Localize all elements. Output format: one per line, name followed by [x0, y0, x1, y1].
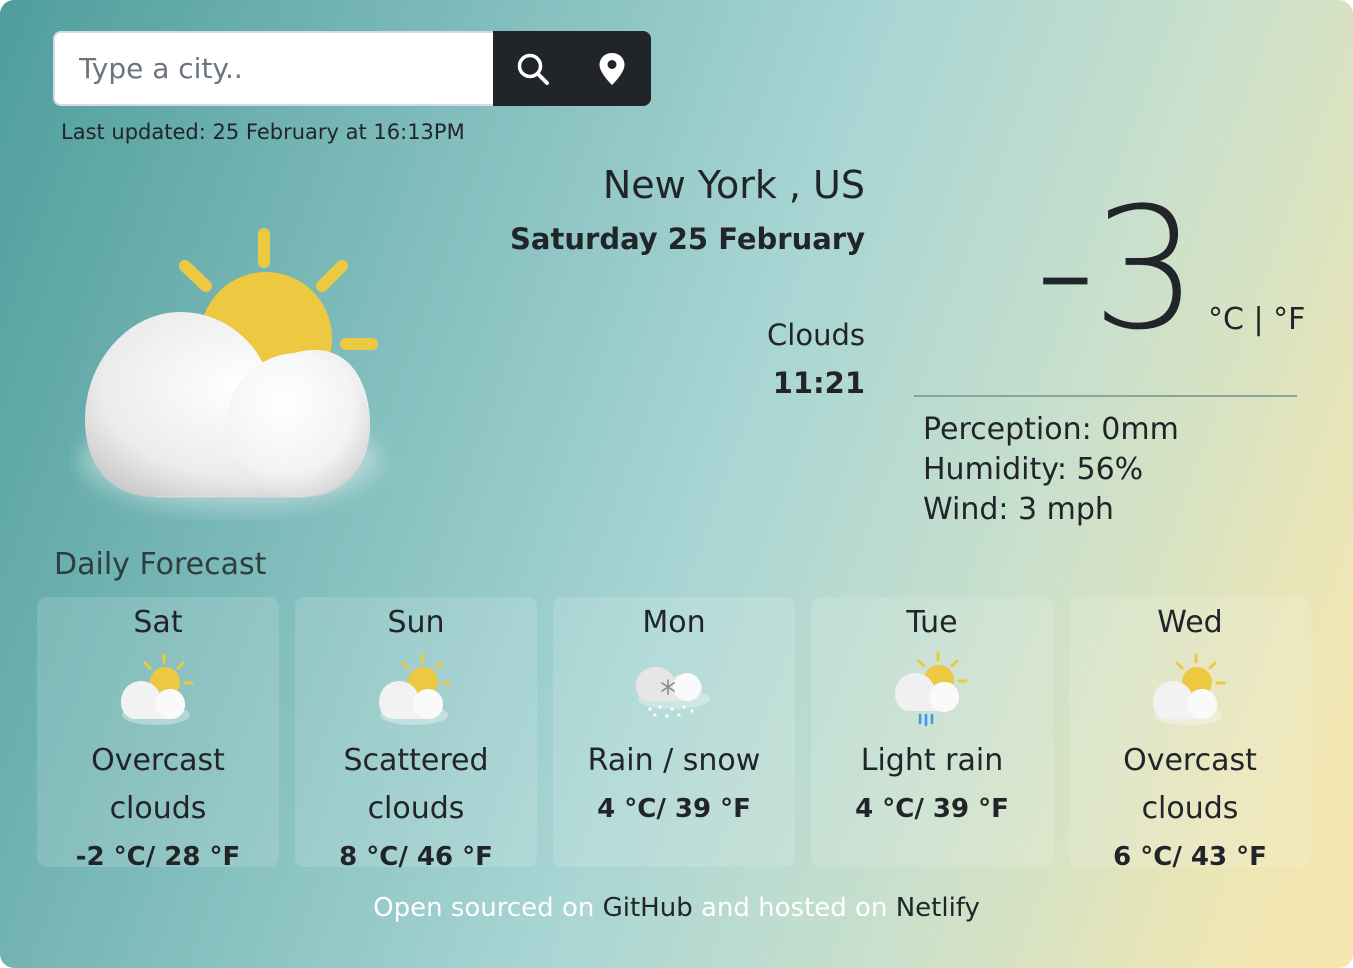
forecast-temperature: -2 °C/ 28 °F — [75, 842, 241, 872]
forecast-day: Wed — [1157, 605, 1223, 640]
celsius-link[interactable]: °C — [1208, 302, 1244, 337]
location-pin-icon — [599, 52, 624, 85]
forecast-description: Scattered clouds — [295, 737, 537, 833]
forecast-temperature: 4 °C/ 39 °F — [855, 794, 1009, 824]
search-icon — [517, 53, 549, 85]
forecast-temperature: 8 °C/ 46 °F — [339, 842, 493, 872]
partly-cloudy-icon — [121, 653, 194, 725]
forecast-description: Overcast clouds — [37, 737, 279, 833]
forecast-card-sat: Sat Overcast clouds -2 °C/ 28 °F — [37, 597, 279, 872]
current-time: 11:21 — [772, 366, 865, 400]
forecast-card-tue: Tue Light rain 4 °C/ 39 °F — [811, 597, 1053, 867]
forecast-description-line: clouds — [109, 791, 207, 826]
forecast-temperature: 4 °C/ 39 °F — [597, 794, 751, 824]
forecast-row: Sat Overcast clouds -2 °C/ 28 °F Sun Sca… — [37, 597, 1311, 872]
forecast-card-wed: Wed Overcast clouds 6 °C/ 43 °F — [1069, 597, 1311, 872]
forecast-description-line: Overcast — [91, 743, 225, 778]
forecast-description-line: Overcast — [1123, 743, 1257, 778]
rain-cloud-icon — [895, 651, 968, 727]
forecast-day: Sun — [387, 605, 445, 640]
forecast-day: Mon — [642, 605, 706, 640]
forecast-description-line: Scattered — [343, 743, 489, 778]
forecast-title: Daily Forecast — [54, 547, 267, 582]
fahrenheit-link[interactable]: °F — [1273, 302, 1305, 337]
partly-cloudy-icon — [1153, 653, 1226, 725]
netlify-link[interactable]: Netlify — [896, 893, 980, 923]
forecast-description-line: clouds — [1141, 791, 1239, 826]
city-name: New York , US — [602, 163, 865, 207]
wind-value: Wind: 3 mph — [923, 492, 1114, 527]
forecast-card-mon: Mon Rain / snow 4 °C/ 39 °F — [553, 597, 795, 867]
github-link[interactable]: GitHub — [603, 893, 693, 923]
divider — [914, 395, 1297, 397]
forecast-day: Sat — [133, 605, 183, 640]
weather-details: Perception: 0mm Humidity: 56% Wind: 3 mp… — [923, 410, 1179, 530]
forecast-day: Tue — [906, 605, 958, 640]
forecast-description-line: Light rain — [860, 743, 1004, 778]
last-updated: Last updated: 25 February at 16:13PM — [61, 120, 465, 144]
forecast-description: Rain / snow — [553, 737, 795, 785]
weather-app: Last updated: 25 February at 16:13PM — [0, 0, 1353, 968]
forecast-description: Light rain — [811, 737, 1053, 785]
forecast-description-line: Rain / snow — [587, 743, 761, 778]
forecast-description: Overcast clouds — [1069, 737, 1311, 833]
search-form — [53, 31, 651, 106]
footer-text: and hosted on — [692, 893, 896, 923]
humidity-value: Humidity: 56% — [923, 452, 1144, 487]
footer-text: Open sourced on — [373, 893, 603, 923]
search-buttons — [493, 31, 651, 106]
perception-value: Perception: 0mm — [923, 412, 1179, 447]
snow-cloud-icon — [636, 667, 710, 718]
unit-toggle: °C | °F — [1208, 302, 1305, 337]
forecast-temperature: 6 °C/ 43 °F — [1113, 842, 1267, 872]
search-button[interactable] — [493, 31, 572, 106]
weather-description: Clouds — [767, 318, 865, 352]
city-search-input[interactable] — [53, 31, 493, 106]
current-date: Saturday 25 February — [510, 222, 865, 256]
forecast-card-sun: Sun Scattered clouds 8 °C/ 46 °F — [295, 597, 537, 872]
unit-separator: | — [1253, 302, 1264, 337]
footer: Open sourced on GitHub and hosted on Net… — [0, 893, 1353, 923]
current-temperature: -3 — [1035, 171, 1199, 367]
partly-cloudy-icon — [80, 228, 380, 510]
partly-cloudy-icon — [379, 653, 452, 725]
current-location-button[interactable] — [572, 31, 651, 106]
forecast-description-line: clouds — [367, 791, 465, 826]
